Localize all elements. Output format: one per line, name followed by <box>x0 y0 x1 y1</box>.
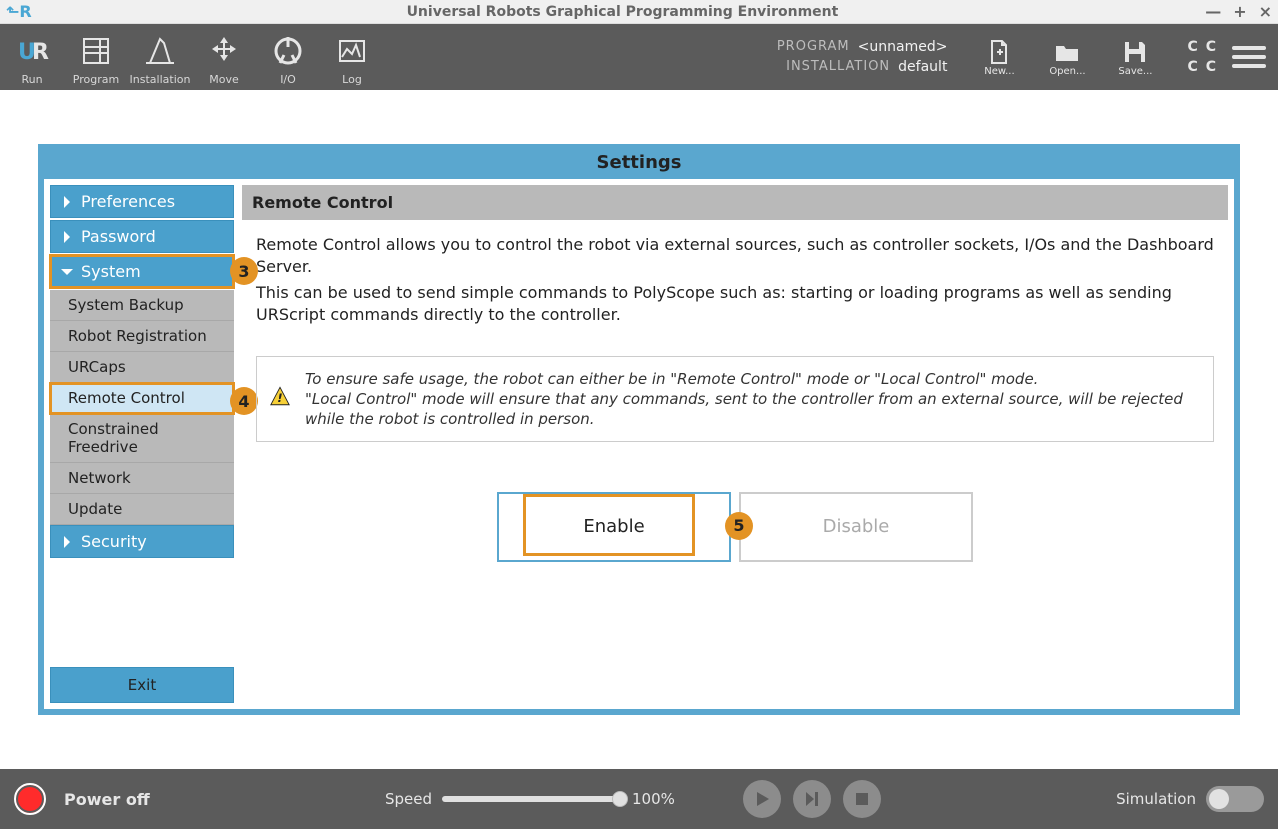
cc-indicator: CCCC <box>1187 39 1216 75</box>
ur-logo-icon: ⬑R <box>6 2 32 21</box>
content-header: Remote Control <box>242 185 1228 220</box>
sidebar-subitem-robot-registration[interactable]: Robot Registration <box>50 321 234 352</box>
sidebar-item-preferences[interactable]: Preferences <box>50 185 234 218</box>
toolbar-label: I/O <box>280 73 296 86</box>
sidebar-subitem-network[interactable]: Network <box>50 463 234 494</box>
chevron-right-icon <box>59 194 75 210</box>
enable-button[interactable]: Enable <box>497 492 731 562</box>
close-icon[interactable]: × <box>1259 2 1272 21</box>
main-toolbar: UR Run Program Installation Move <box>0 24 1278 90</box>
step-button[interactable] <box>793 780 831 818</box>
toolbar-log[interactable]: Log <box>320 24 384 90</box>
sidebar-item-security[interactable]: Security <box>50 525 234 558</box>
sidebar-item-system[interactable]: System <box>50 255 234 288</box>
window-title: Universal Robots Graphical Programming E… <box>40 4 1205 20</box>
bottom-bar: Power off Speed 100% Simulation <box>0 769 1278 829</box>
sidebar-subitem-update[interactable]: Update <box>50 494 234 525</box>
disable-button[interactable]: Disable <box>739 492 973 562</box>
chevron-down-icon <box>59 264 75 280</box>
info-text: "Local Control" mode will ensure that an… <box>305 389 1197 429</box>
exit-button[interactable]: Exit <box>50 667 234 703</box>
toolbar-move[interactable]: Move <box>192 24 256 90</box>
speed-slider[interactable] <box>442 796 622 802</box>
log-icon <box>334 28 370 73</box>
power-label: Power off <box>64 790 150 809</box>
toolbar-label: Run <box>21 73 42 86</box>
simulation-label: Simulation <box>1116 790 1196 808</box>
chevron-right-icon <box>59 229 75 245</box>
play-button[interactable] <box>743 780 781 818</box>
file-new-button[interactable]: New... <box>971 38 1027 77</box>
maximize-icon[interactable]: + <box>1233 2 1246 21</box>
settings-content: Remote Control Remote Control allows you… <box>242 185 1228 703</box>
toolbar-label: Installation <box>130 73 191 86</box>
speed-label: Speed <box>385 790 432 808</box>
settings-window: Settings Preferences Password System <box>38 144 1240 715</box>
io-icon <box>270 28 306 73</box>
settings-title: Settings <box>44 150 1234 179</box>
toolbar-io[interactable]: I/O <box>256 24 320 90</box>
info-text: To ensure safe usage, the robot can eith… <box>305 369 1197 389</box>
callout-5: 5 <box>725 512 753 540</box>
move-icon <box>206 28 242 73</box>
simulation-toggle[interactable] <box>1206 786 1264 812</box>
content-text: This can be used to send simple commands… <box>256 282 1214 326</box>
warning-icon: ! <box>269 386 291 413</box>
file-save-button[interactable]: Save... <box>1107 38 1163 77</box>
program-meta: PROGRAM<unnamed> INSTALLATIONdefault <box>777 37 948 77</box>
callout-4: 4 <box>230 387 258 415</box>
sidebar-item-password[interactable]: Password <box>50 220 234 253</box>
info-box: ! To ensure safe usage, the robot can ei… <box>256 356 1214 442</box>
svg-text:R: R <box>32 40 49 65</box>
installation-icon <box>142 28 178 73</box>
sidebar-subitem-urcaps[interactable]: URCaps <box>50 352 234 383</box>
stop-button[interactable] <box>843 780 881 818</box>
settings-sidebar: Preferences Password System 3 System Bac… <box>50 185 234 703</box>
sidebar-subitem-constrained-freedrive[interactable]: Constrained Freedrive <box>50 414 234 463</box>
toolbar-run[interactable]: UR Run <box>0 24 64 90</box>
os-titlebar: ⬑R Universal Robots Graphical Programmin… <box>0 0 1278 24</box>
toolbar-label: Move <box>209 73 239 86</box>
chevron-right-icon <box>59 534 75 550</box>
file-open-button[interactable]: Open... <box>1039 38 1095 77</box>
sidebar-subitem-system-backup[interactable]: System Backup <box>50 290 234 321</box>
toolbar-label: Program <box>73 73 119 86</box>
program-icon <box>78 28 114 73</box>
toolbar-label: Log <box>342 73 362 86</box>
toolbar-installation[interactable]: Installation <box>128 24 192 90</box>
power-indicator-icon[interactable] <box>14 783 46 815</box>
minimize-icon[interactable]: — <box>1205 2 1221 21</box>
content-text: Remote Control allows you to control the… <box>256 234 1214 278</box>
sidebar-subitem-remote-control[interactable]: Remote Control <box>50 383 234 414</box>
hamburger-menu-icon[interactable] <box>1232 46 1266 68</box>
run-icon: UR <box>14 28 50 73</box>
toolbar-program[interactable]: Program <box>64 24 128 90</box>
speed-value: 100% <box>632 790 675 808</box>
callout-3: 3 <box>230 257 258 285</box>
svg-text:!: ! <box>277 391 282 405</box>
